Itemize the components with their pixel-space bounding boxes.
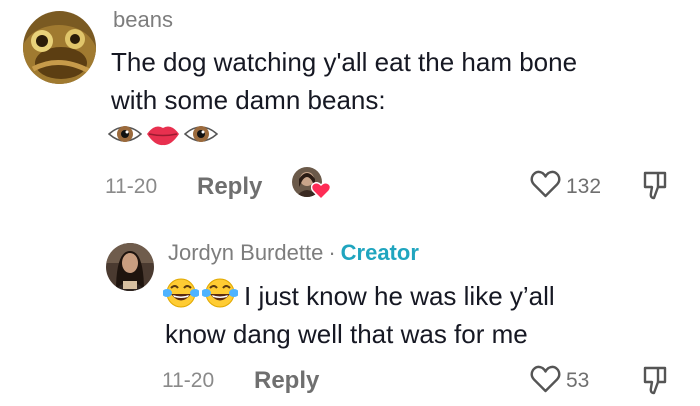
reply-like-count: 53 <box>566 369 590 392</box>
reply-text-line-2: know dang well that was for me <box>165 319 528 349</box>
eye-emoji-icon <box>184 126 218 142</box>
comment-reply-button[interactable]: Reply <box>197 173 262 201</box>
comment-username[interactable]: beans <box>113 7 173 33</box>
comment-dislike-icon[interactable] <box>642 171 668 201</box>
reply-avatar[interactable] <box>106 243 154 291</box>
comment-like-icon[interactable] <box>530 170 561 198</box>
reply-dislike-icon[interactable] <box>642 366 668 396</box>
heart-icon <box>311 182 331 200</box>
comment-like-count: 132 <box>566 175 602 198</box>
reply-text-line-1: I just know he was like y’all <box>244 281 555 311</box>
face-with-tears-of-joy-icon <box>202 278 238 308</box>
lips-emoji-icon <box>147 126 179 146</box>
reply-username[interactable]: Jordyn Burdette <box>168 240 323 265</box>
eye-emoji-icon <box>108 126 142 142</box>
reply-like-icon[interactable] <box>530 365 561 393</box>
separator-dot: · <box>328 240 336 265</box>
comment-emoji-row <box>108 121 218 147</box>
reply-date: 11-20 <box>162 369 215 392</box>
face-with-tears-of-joy-icon <box>163 278 199 308</box>
liked-by-creator-badge <box>292 167 332 203</box>
reply-reply-button[interactable]: Reply <box>254 367 319 395</box>
comment-text-line-2: with some damn beans: <box>111 85 386 115</box>
reply-header: Jordyn Burdette · Creator <box>168 240 419 266</box>
comment-date: 11-20 <box>105 175 158 198</box>
comment-text-line-1: The dog watching y'all eat the ham bone <box>111 47 578 77</box>
creator-badge: Creator <box>340 240 419 265</box>
commenter-avatar[interactable] <box>23 11 96 84</box>
